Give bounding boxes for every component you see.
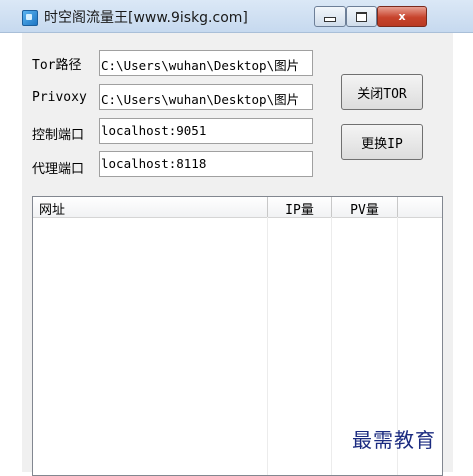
list-header: 网址 IP量 PV量	[33, 197, 442, 218]
column-divider	[331, 217, 332, 475]
main-panel: Tor路径 C:\Users\wuhan\Desktop\图片 Privoxy …	[22, 33, 453, 476]
column-header-url[interactable]: 网址	[33, 197, 268, 218]
minimize-icon	[324, 17, 336, 22]
control-port-label: 控制端口	[32, 128, 85, 143]
window-title: 时空阁流量王[www.9iskg.com]	[44, 10, 248, 26]
watermark-text: 最需教育	[352, 428, 436, 452]
control-port-input[interactable]: localhost:9051	[99, 118, 313, 144]
close-button[interactable]: x	[377, 6, 427, 27]
column-header-pv[interactable]: PV量	[332, 197, 398, 218]
close-icon: x	[398, 10, 406, 23]
minimize-button[interactable]	[314, 6, 346, 27]
tor-path-label: Tor路径	[32, 58, 82, 73]
close-tor-button[interactable]: 关闭TOR	[341, 74, 423, 110]
proxy-port-label: 代理端口	[32, 162, 85, 177]
app-icon	[22, 10, 38, 26]
proxy-port-input[interactable]: localhost:8118	[99, 151, 313, 177]
title-bar[interactable]: 时空阁流量王[www.9iskg.com] x	[0, 0, 473, 33]
maximize-button[interactable]	[346, 6, 377, 27]
maximize-icon	[356, 11, 367, 22]
change-ip-button[interactable]: 更换IP	[341, 124, 423, 160]
privoxy-label: Privoxy	[32, 90, 87, 105]
column-divider	[267, 217, 268, 475]
column-header-ip[interactable]: IP量	[268, 197, 332, 218]
tor-path-input[interactable]: C:\Users\wuhan\Desktop\图片	[99, 50, 313, 76]
privoxy-input[interactable]: C:\Users\wuhan\Desktop\图片	[99, 84, 313, 110]
